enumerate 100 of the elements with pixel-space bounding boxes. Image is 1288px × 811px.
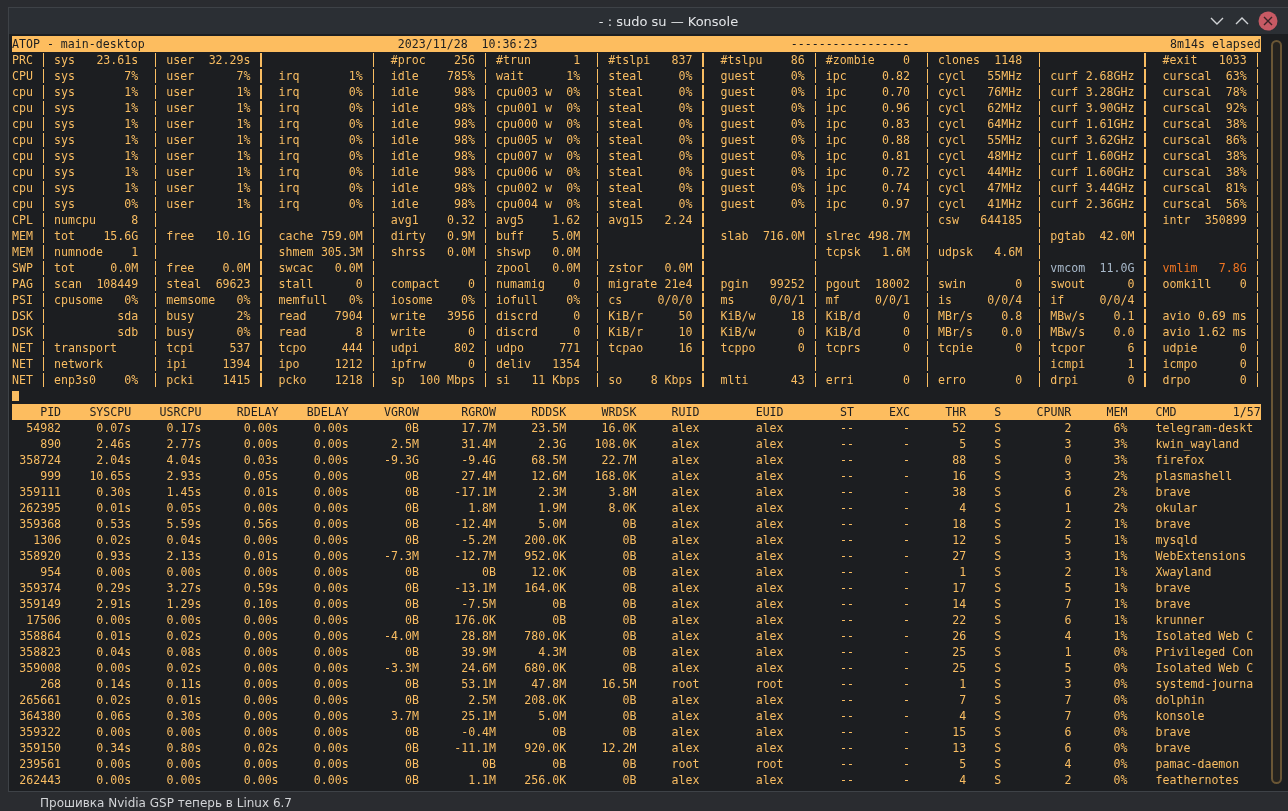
table-cell: 4.3M (538, 644, 567, 660)
stat-value: 0.0M (447, 244, 476, 260)
table-cell: 7 (959, 692, 967, 708)
table-cell: S (994, 468, 1002, 484)
stat-value: 0% (348, 116, 363, 132)
stat-label: ipc (825, 116, 847, 132)
stat-label: cycl (938, 68, 966, 84)
table-cell: 3 (1064, 468, 1072, 484)
table-cell: kwin_wayland (1155, 436, 1240, 452)
stat-value: 0% (566, 132, 581, 148)
stat-value: 0% (348, 180, 363, 196)
stat-label: ipc (825, 180, 847, 196)
stat-label: write (390, 324, 426, 340)
table-cell: - (903, 740, 910, 756)
table-cell: - (903, 484, 910, 500)
table-cell: 0.01s (243, 548, 279, 564)
table-cell: 0.00s (313, 532, 349, 548)
table-cell: 0.00s (243, 420, 279, 436)
table-cell: 0.00s (313, 644, 349, 660)
stat-label: slrec (825, 228, 861, 244)
stat-value: 2.24 (664, 212, 693, 228)
table-cell: 0.00s (243, 436, 279, 452)
table-cell: 364380 (19, 708, 62, 724)
stat-label: #zombie (825, 52, 875, 68)
table-cell: 680.0K (524, 660, 567, 676)
table-cell: 0B (622, 580, 637, 596)
table-cell: -- (839, 516, 854, 532)
stat-value: 1% (236, 180, 251, 196)
table-cell: 2.5M (391, 436, 419, 452)
table-cell: 0.00s (243, 532, 279, 548)
stat-value: 38% (1225, 164, 1247, 180)
table-cell: 0.07s (96, 420, 132, 436)
table-cell: 0.14s (96, 676, 132, 692)
table-cell: 0B (404, 516, 419, 532)
table-cell: 1% (1113, 516, 1128, 532)
stat-label: curf (1050, 196, 1079, 212)
table-cell: alex (755, 628, 784, 644)
stat-label: mlti (720, 372, 749, 388)
table-cell: 13 (952, 740, 967, 756)
stat-value: 0% (348, 148, 363, 164)
table-cell: alex (755, 772, 784, 788)
table-cell: 0% (1113, 724, 1128, 740)
table-cell: - (903, 468, 910, 484)
table-cell: 0B (622, 724, 637, 740)
window-title: - : sudo su — Konsole (597, 13, 740, 29)
row-label: NET (12, 372, 33, 388)
stat-value: 0% (566, 100, 581, 116)
close-icon[interactable] (1258, 11, 1278, 31)
table-cell: 0.11s (166, 676, 202, 692)
stat-value: 3.90GHz (1085, 100, 1135, 116)
table-cell: 47.8M (531, 676, 567, 692)
stat-value: 55MHz (987, 132, 1023, 148)
table-cell: okular (1155, 500, 1198, 516)
stat-label: cycl (938, 100, 966, 116)
stat-label: cs (608, 292, 623, 308)
table-cell: alex (755, 564, 784, 580)
table-cell: 0.00s (313, 564, 349, 580)
stat-value: 0.96 (882, 100, 910, 116)
stat-value: 0% (790, 116, 805, 132)
stat-label: memsome (166, 292, 216, 308)
stat-label: vmlim (1162, 260, 1198, 276)
scrollbar-thumb[interactable] (1270, 40, 1282, 784)
table-cell: 2.04s (96, 452, 132, 468)
stat-value: 0.0M (334, 260, 363, 276)
table-cell: Xwayland (1155, 564, 1212, 580)
stat-label: irq (278, 164, 300, 180)
stat-value: 1 (573, 52, 581, 68)
stat-label: curscal (1162, 116, 1212, 132)
stat-value: 7.8G (1218, 260, 1247, 276)
table-cell: 0B (622, 772, 637, 788)
stat-label: user (166, 84, 195, 100)
table-cell: alex (671, 724, 700, 740)
table-cell: alex (755, 436, 784, 452)
stat-value: 1% (124, 132, 139, 148)
table-cell: S (994, 484, 1002, 500)
table-cell: alex (671, 500, 700, 516)
table-cell: 17506 (26, 612, 62, 628)
table-cell: 0.80s (166, 740, 202, 756)
table-cell: 0.00s (313, 612, 349, 628)
table-cell: pamac-daemon (1155, 756, 1240, 772)
table-cell: - (903, 564, 910, 580)
table-cell: 0.00s (96, 660, 132, 676)
stat-label: ipfrw (390, 356, 426, 372)
stat-label: idle (390, 132, 419, 148)
table-cell: 4.04s (166, 452, 202, 468)
table-cell: 2.46s (96, 436, 132, 452)
table-cell: 0% (1113, 660, 1128, 676)
stat-label: iofull (496, 292, 538, 308)
table-cell: -12.4M (454, 516, 497, 532)
table-cell: -5.2M (461, 532, 497, 548)
stat-value: 92% (1225, 100, 1247, 116)
stat-label: irq (278, 132, 300, 148)
stat-value: 1.60GHz (1085, 148, 1135, 164)
stat-value: 785% (447, 68, 476, 84)
table-cell: brave (1155, 516, 1191, 532)
stat-value: 0 (573, 324, 581, 340)
stat-label: cpu006 w (496, 164, 552, 180)
stat-label: busy (166, 308, 195, 324)
table-cell: 7 (1064, 692, 1072, 708)
table-cell: 358823 (19, 644, 62, 660)
